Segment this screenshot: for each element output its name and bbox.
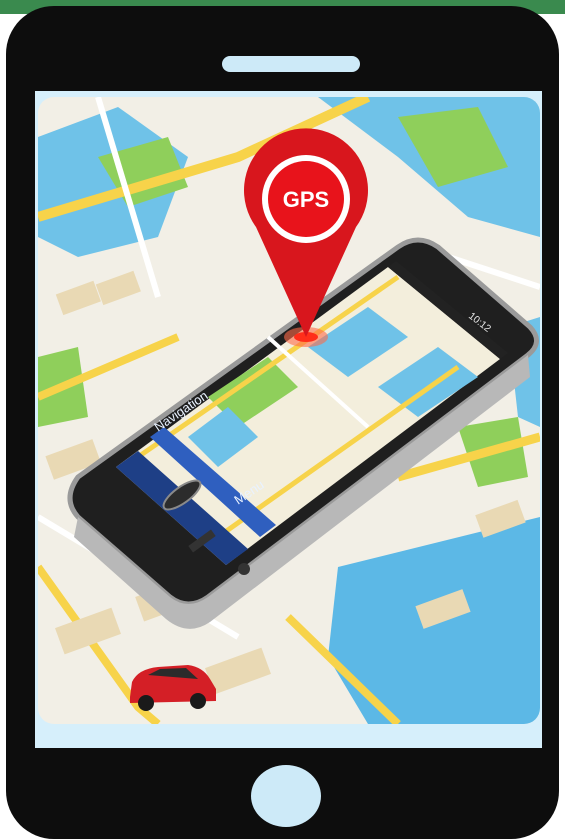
home-button[interactable] xyxy=(251,765,321,827)
speaker-slot xyxy=(222,56,360,72)
gps-photo: Navigation Menu 10:12 GPS xyxy=(38,97,540,724)
gps-pin-label: GPS xyxy=(283,187,329,212)
